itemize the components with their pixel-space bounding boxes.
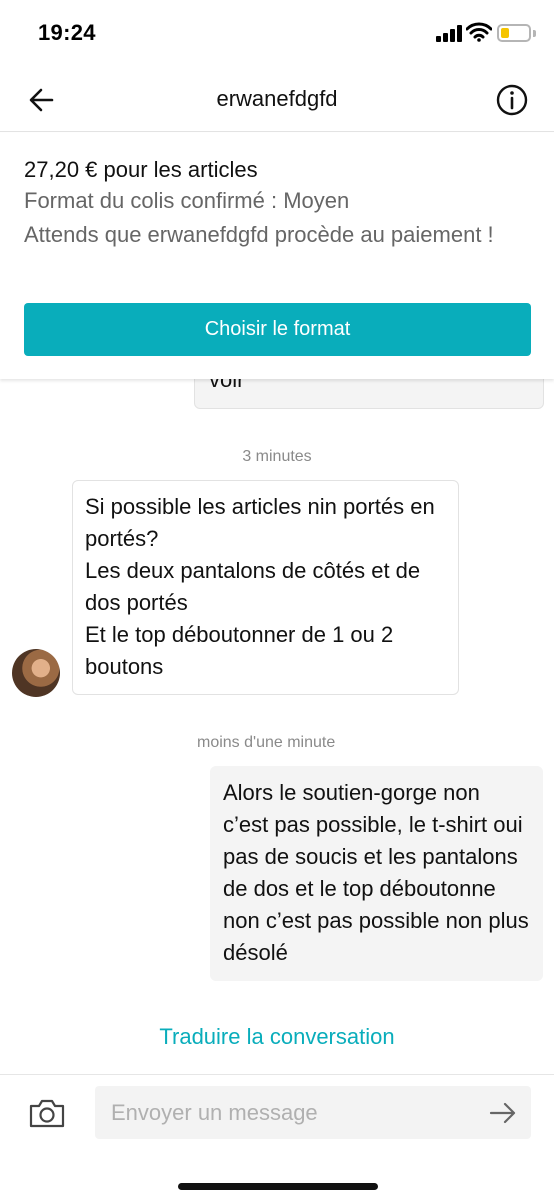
message-timestamp: 3 minutes xyxy=(242,448,312,465)
message-input[interactable] xyxy=(95,1086,531,1139)
message-bubble-incoming: Si possible les articles nin portés en p… xyxy=(72,480,459,695)
package-format-status: Format du colis confirmé : Moyen xyxy=(24,188,350,213)
payment-waiting-text: Attends que erwanefdgfd procède au paiem… xyxy=(24,222,494,247)
message-timestamp: moins d'une minute xyxy=(197,734,336,751)
transaction-price: 27,20 € pour les articles xyxy=(24,157,258,182)
cellular-signal-icon xyxy=(436,24,462,42)
battery-icon xyxy=(497,24,531,42)
choose-format-button[interactable]: Choisir le format xyxy=(24,303,531,356)
wifi-icon xyxy=(466,22,492,42)
message-composer xyxy=(0,1074,554,1200)
battery-cap xyxy=(533,30,536,37)
home-indicator xyxy=(178,1183,378,1190)
conversation-title: erwanefdgfd xyxy=(216,86,338,111)
arrow-right-icon[interactable] xyxy=(488,1099,518,1127)
message-bubble-previous: voir xyxy=(194,379,544,409)
translate-conversation-link[interactable]: Traduire la conversation xyxy=(0,1024,554,1050)
transaction-panel: 27,20 € pour les articles Format du coli… xyxy=(0,133,554,379)
status-bar: 19:24 xyxy=(0,0,554,68)
message-list[interactable]: voir 3 minutes Si possible les articles … xyxy=(0,379,554,1074)
conversation-header: erwanefdgfd xyxy=(0,68,554,132)
avatar[interactable] xyxy=(12,649,60,697)
camera-icon[interactable] xyxy=(28,1097,66,1129)
info-circle-icon[interactable] xyxy=(494,82,530,118)
status-time: 19:24 xyxy=(38,20,96,45)
battery-level xyxy=(501,28,509,38)
message-text: voir xyxy=(209,379,245,392)
message-bubble-outgoing: Alors le soutien-gorge non c’est pas pos… xyxy=(210,766,543,981)
